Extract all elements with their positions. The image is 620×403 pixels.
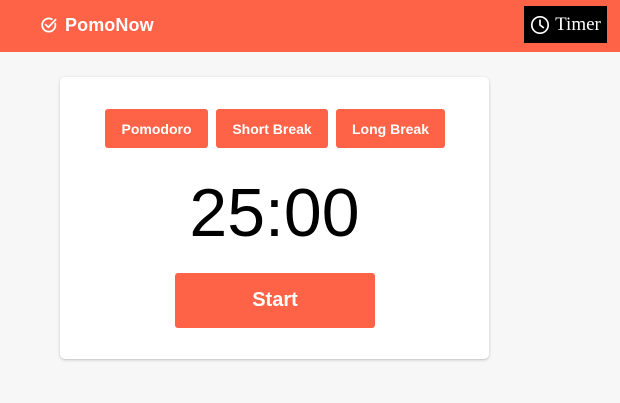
timer-nav-button[interactable]: Timer — [524, 6, 607, 43]
countdown-display: 25:00 — [189, 175, 360, 251]
top-navbar: PomoNow Timer — [0, 0, 620, 52]
timer-nav-label: Timer — [555, 13, 601, 35]
short-break-mode-button[interactable]: Short Break — [216, 109, 328, 148]
pomodoro-mode-button[interactable]: Pomodoro — [105, 109, 208, 148]
clock-icon — [530, 15, 550, 35]
check-circle-icon — [40, 16, 58, 34]
long-break-mode-button[interactable]: Long Break — [336, 109, 445, 148]
brand-logo[interactable]: PomoNow — [40, 13, 154, 37]
timer-card: Pomodoro Short Break Long Break 25:00 St… — [60, 77, 489, 359]
brand-name: PomoNow — [65, 14, 154, 35]
start-button[interactable]: Start — [175, 273, 375, 328]
